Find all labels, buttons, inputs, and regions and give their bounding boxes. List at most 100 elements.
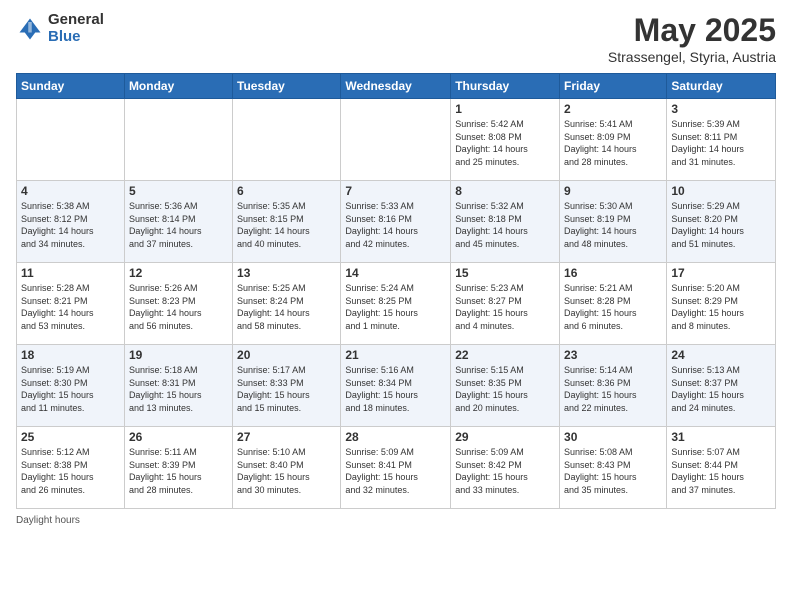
- day-number: 18: [21, 348, 120, 362]
- day-number: 31: [671, 430, 771, 444]
- calendar-cell: [233, 99, 341, 181]
- calendar-cell: 11Sunrise: 5:28 AM Sunset: 8:21 PM Dayli…: [17, 263, 125, 345]
- day-info: Sunrise: 5:18 AM Sunset: 8:31 PM Dayligh…: [129, 364, 228, 414]
- day-info: Sunrise: 5:16 AM Sunset: 8:34 PM Dayligh…: [345, 364, 446, 414]
- day-number: 7: [345, 184, 446, 198]
- logo: General Blue: [16, 12, 104, 45]
- calendar-week-row: 25Sunrise: 5:12 AM Sunset: 8:38 PM Dayli…: [17, 427, 776, 509]
- calendar-cell: 21Sunrise: 5:16 AM Sunset: 8:34 PM Dayli…: [341, 345, 451, 427]
- day-info: Sunrise: 5:14 AM Sunset: 8:36 PM Dayligh…: [564, 364, 662, 414]
- calendar-cell: 15Sunrise: 5:23 AM Sunset: 8:27 PM Dayli…: [451, 263, 560, 345]
- day-number: 13: [237, 266, 336, 280]
- calendar-week-row: 18 Sunrise: 5:19 AM Sunset: 8:30 PM Dayli…: [17, 345, 776, 427]
- calendar-cell: 25Sunrise: 5:12 AM Sunset: 8:38 PM Dayli…: [17, 427, 125, 509]
- calendar-cell: 17 Sunrise: 5:20 AM Sunset: 8:29 PM Dayli…: [667, 263, 776, 345]
- day-number: 26: [129, 430, 228, 444]
- day-number: 16: [564, 266, 662, 280]
- day-number: 19: [129, 348, 228, 362]
- calendar-cell: 8 Sunrise: 5:32 AM Sunset: 8:18 PM Daylig…: [451, 181, 560, 263]
- day-info: Sunrise: 5:07 AM Sunset: 8:44 PM Dayligh…: [671, 446, 771, 496]
- day-number: 27: [237, 430, 336, 444]
- day-number: 14: [345, 266, 446, 280]
- calendar-cell: 3 Sunrise: 5:39 AM Sunset: 8:11 PM Daylig…: [667, 99, 776, 181]
- day-info: Sunrise: 5:13 AM Sunset: 8:37 PM Dayligh…: [671, 364, 771, 414]
- day-info: Sunrise: 5:09 AM Sunset: 8:42 PM Dayligh…: [455, 446, 555, 496]
- day-info: Sunrise: 5:20 AM Sunset: 8:29 PM Dayligh…: [671, 282, 771, 332]
- calendar-cell: 4Sunrise: 5:38 AM Sunset: 8:12 PM Daylig…: [17, 181, 125, 263]
- calendar-cell: 7 Sunrise: 5:33 AM Sunset: 8:16 PM Daylig…: [341, 181, 451, 263]
- day-number: 12: [129, 266, 228, 280]
- day-info: Sunrise: 5:33 AM Sunset: 8:16 PM Dayligh…: [345, 200, 446, 250]
- day-number: 28: [345, 430, 446, 444]
- day-info: Sunrise: 5:28 AM Sunset: 8:21 PM Dayligh…: [21, 282, 120, 332]
- calendar-cell: 28 Sunrise: 5:09 AM Sunset: 8:41 PM Dayli…: [341, 427, 451, 509]
- calendar-day-header: Monday: [124, 74, 232, 99]
- calendar-week-row: 11Sunrise: 5:28 AM Sunset: 8:21 PM Dayli…: [17, 263, 776, 345]
- calendar-cell: 16Sunrise: 5:21 AM Sunset: 8:28 PM Dayli…: [560, 263, 667, 345]
- calendar-cell: 2 Sunrise: 5:41 AM Sunset: 8:09 PM Daylig…: [560, 99, 667, 181]
- calendar-cell: 30 Sunrise: 5:08 AM Sunset: 8:43 PM Dayli…: [560, 427, 667, 509]
- day-number: 3: [671, 102, 771, 116]
- calendar-day-header: Sunday: [17, 74, 125, 99]
- day-info: Sunrise: 5:11 AM Sunset: 8:39 PM Dayligh…: [129, 446, 228, 496]
- calendar-cell: 5Sunrise: 5:36 AM Sunset: 8:14 PM Daylig…: [124, 181, 232, 263]
- day-info: Sunrise: 5:08 AM Sunset: 8:43 PM Dayligh…: [564, 446, 662, 496]
- day-number: 8: [455, 184, 555, 198]
- title-location: Strassengel, Styria, Austria: [608, 49, 776, 65]
- day-number: 6: [237, 184, 336, 198]
- day-number: 2: [564, 102, 662, 116]
- logo-text: General Blue: [48, 12, 104, 45]
- day-info: Sunrise: 5:15 AM Sunset: 8:35 PM Dayligh…: [455, 364, 555, 414]
- calendar-cell: [124, 99, 232, 181]
- day-info: Sunrise: 5:42 AM Sunset: 8:08 PM Dayligh…: [455, 118, 555, 168]
- calendar-header-row: SundayMondayTuesdayWednesdayThursdayFrid…: [17, 74, 776, 99]
- calendar-day-header: Tuesday: [233, 74, 341, 99]
- calendar-day-header: Thursday: [451, 74, 560, 99]
- day-info: Sunrise: 5:24 AM Sunset: 8:25 PM Dayligh…: [345, 282, 446, 332]
- day-number: 20: [237, 348, 336, 362]
- legend: Daylight hours: [16, 515, 776, 526]
- day-number: 30: [564, 430, 662, 444]
- day-info: Sunrise: 5:10 AM Sunset: 8:40 PM Dayligh…: [237, 446, 336, 496]
- calendar-cell: 10Sunrise: 5:29 AM Sunset: 8:20 PM Dayli…: [667, 181, 776, 263]
- calendar-cell: 24Sunrise: 5:13 AM Sunset: 8:37 PM Dayli…: [667, 345, 776, 427]
- day-info: Sunrise: 5:32 AM Sunset: 8:18 PM Dayligh…: [455, 200, 555, 250]
- page: General Blue May 2025 Strassengel, Styri…: [0, 0, 792, 612]
- calendar-cell: 13 Sunrise: 5:25 AM Sunset: 8:24 PM Dayli…: [233, 263, 341, 345]
- day-info: Sunrise: 5:41 AM Sunset: 8:09 PM Dayligh…: [564, 118, 662, 168]
- calendar-cell: 27 Sunrise: 5:10 AM Sunset: 8:40 PM Dayli…: [233, 427, 341, 509]
- day-info: Sunrise: 5:35 AM Sunset: 8:15 PM Dayligh…: [237, 200, 336, 250]
- calendar-cell: 22 Sunrise: 5:15 AM Sunset: 8:35 PM Dayli…: [451, 345, 560, 427]
- daylight-label: Daylight hours: [16, 515, 80, 526]
- calendar-week-row: 4Sunrise: 5:38 AM Sunset: 8:12 PM Daylig…: [17, 181, 776, 263]
- calendar-cell: 20 Sunrise: 5:17 AM Sunset: 8:33 PM Dayli…: [233, 345, 341, 427]
- day-number: 29: [455, 430, 555, 444]
- day-info: Sunrise: 5:25 AM Sunset: 8:24 PM Dayligh…: [237, 282, 336, 332]
- calendar-cell: 23Sunrise: 5:14 AM Sunset: 8:36 PM Dayli…: [560, 345, 667, 427]
- day-info: Sunrise: 5:29 AM Sunset: 8:20 PM Dayligh…: [671, 200, 771, 250]
- day-info: Sunrise: 5:26 AM Sunset: 8:23 PM Dayligh…: [129, 282, 228, 332]
- day-info: Sunrise: 5:19 AM Sunset: 8:30 PM Dayligh…: [21, 364, 120, 414]
- calendar-cell: 26 Sunrise: 5:11 AM Sunset: 8:39 PM Dayli…: [124, 427, 232, 509]
- day-number: 15: [455, 266, 555, 280]
- header: General Blue May 2025 Strassengel, Styri…: [16, 12, 776, 65]
- calendar-table: SundayMondayTuesdayWednesdayThursdayFrid…: [16, 73, 776, 509]
- day-number: 4: [21, 184, 120, 198]
- day-number: 22: [455, 348, 555, 362]
- calendar-cell: [341, 99, 451, 181]
- calendar-day-header: Wednesday: [341, 74, 451, 99]
- calendar-cell: 6 Sunrise: 5:35 AM Sunset: 8:15 PM Daylig…: [233, 181, 341, 263]
- calendar-cell: 19 Sunrise: 5:18 AM Sunset: 8:31 PM Dayli…: [124, 345, 232, 427]
- day-info: Sunrise: 5:17 AM Sunset: 8:33 PM Dayligh…: [237, 364, 336, 414]
- day-info: Sunrise: 5:39 AM Sunset: 8:11 PM Dayligh…: [671, 118, 771, 168]
- title-month: May 2025: [608, 12, 776, 49]
- calendar-cell: [17, 99, 125, 181]
- day-info: Sunrise: 5:09 AM Sunset: 8:41 PM Dayligh…: [345, 446, 446, 496]
- calendar-week-row: 1Sunrise: 5:42 AM Sunset: 8:08 PM Daylig…: [17, 99, 776, 181]
- calendar-cell: 12 Sunrise: 5:26 AM Sunset: 8:23 PM Dayli…: [124, 263, 232, 345]
- logo-general-text: General: [48, 12, 104, 29]
- day-info: Sunrise: 5:30 AM Sunset: 8:19 PM Dayligh…: [564, 200, 662, 250]
- logo-blue-text: Blue: [48, 29, 104, 46]
- logo-icon: [16, 15, 44, 43]
- day-number: 17: [671, 266, 771, 280]
